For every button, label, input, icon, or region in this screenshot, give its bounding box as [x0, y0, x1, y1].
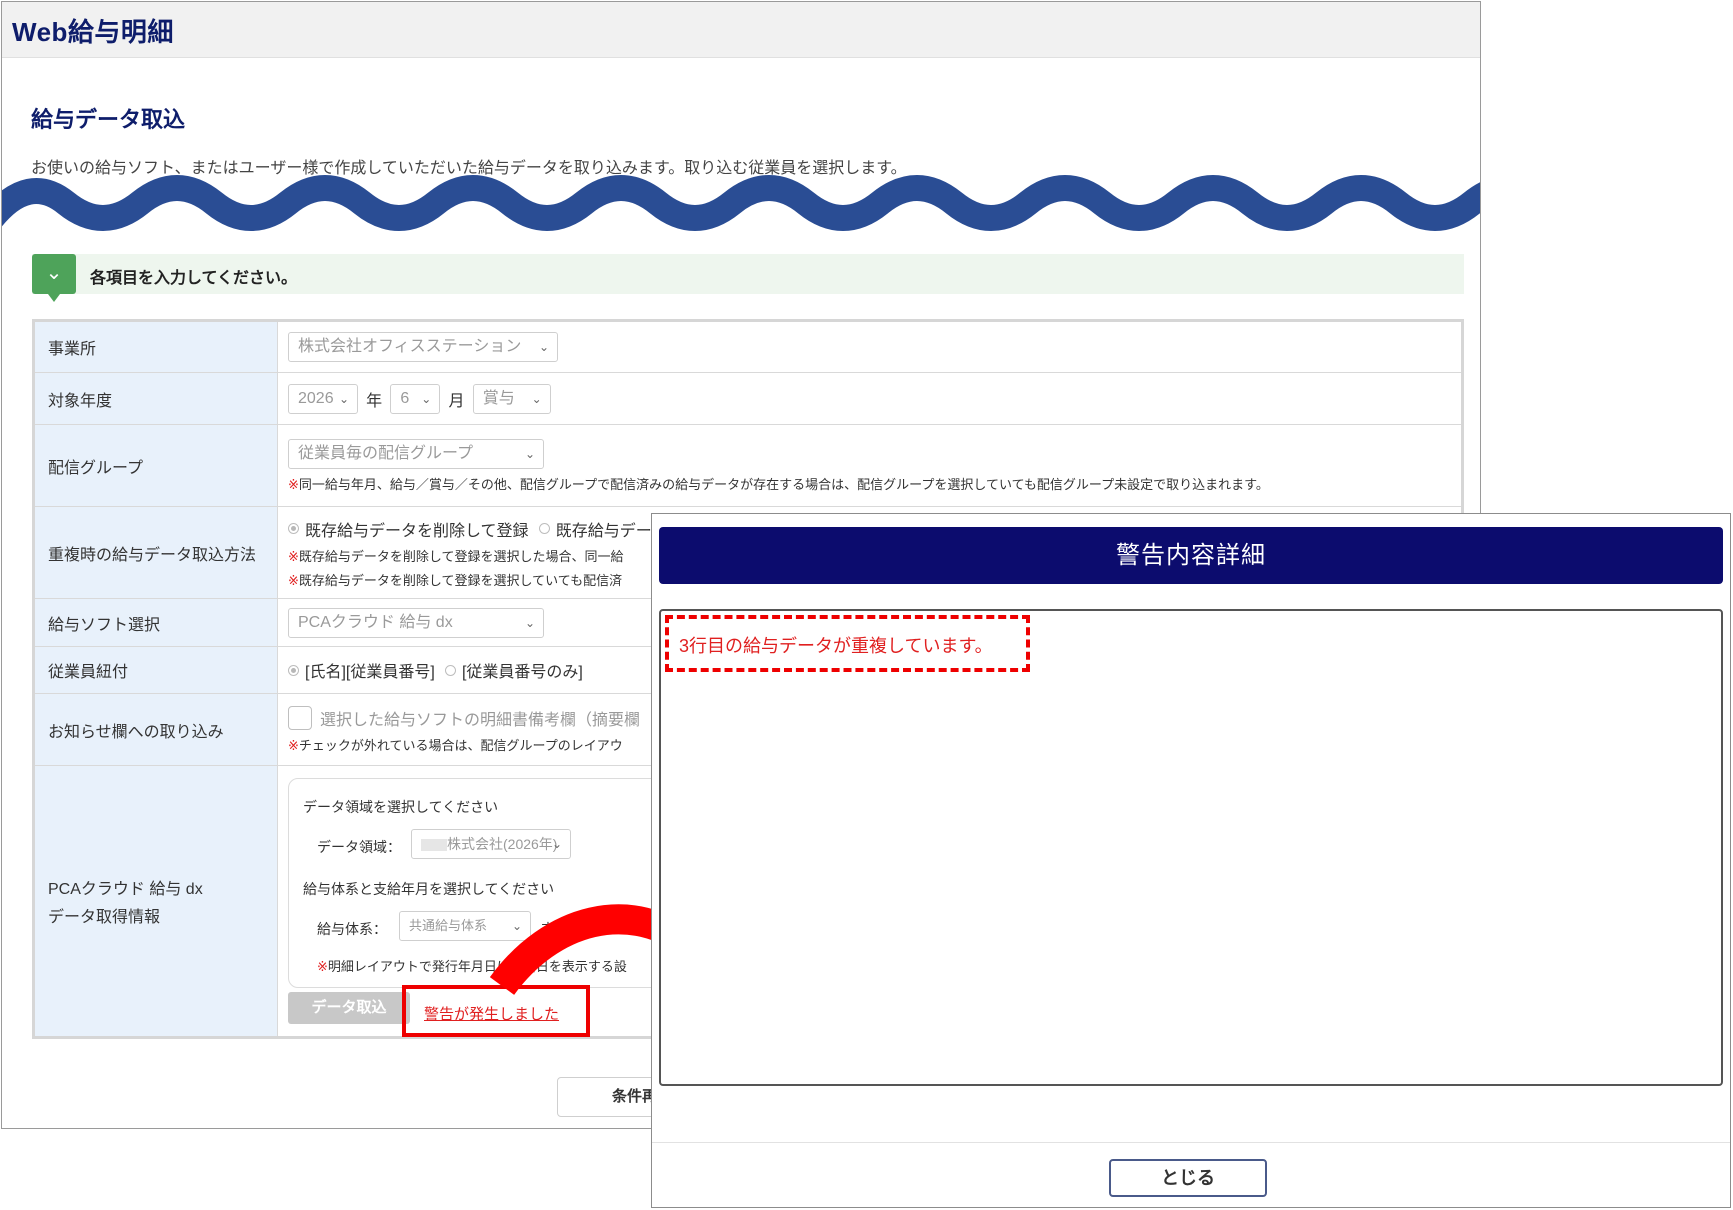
- note-mark: ※: [317, 959, 328, 974]
- area-prompt: データ領域を選択してください: [303, 799, 499, 815]
- warning-link[interactable]: 警告が発生しました: [424, 1003, 559, 1024]
- chevron-down-icon: ⌄: [531, 391, 542, 406]
- chevron-down-icon: ⌄: [338, 391, 349, 406]
- pay-type-select[interactable]: 賞与 ⌄: [472, 383, 551, 414]
- office-select[interactable]: 株式会社オフィスステーション ⌄: [288, 332, 558, 362]
- data-import-button[interactable]: データ取込: [288, 992, 410, 1024]
- close-button[interactable]: とじる: [1109, 1159, 1267, 1197]
- page-title: 給与データ取込: [31, 107, 186, 132]
- link-radio-number-only[interactable]: [444, 664, 456, 676]
- note-text: 既存給与データを削除して登録を選択した場合、同一給: [298, 548, 624, 564]
- field-label: PCAクラウド 給与 dx データ取得情報: [33, 765, 278, 1038]
- radio-label: [氏名][従業員番号]: [305, 664, 435, 681]
- app-header: Web給与明細: [2, 2, 1480, 58]
- notice-bar: ⌄ 各項目を入力してください。: [32, 254, 1464, 302]
- year-unit: 年: [366, 392, 383, 410]
- form-row-target-year: 対象年度 2026 ⌄ 年 6 ⌄ 月 賞与 ⌄: [33, 372, 1463, 425]
- software-select-value: PCAクラウド 給与 dx: [298, 613, 453, 631]
- warning-message: 3行目の給与データが重複しています。: [679, 636, 993, 656]
- area-label: データ領域：: [317, 839, 401, 855]
- year-select[interactable]: 2026 ⌄: [288, 383, 358, 414]
- checkbox-label: 選択した給与ソフトの明細書備考欄（摘要欄: [320, 711, 641, 729]
- field-label: 配信グループ: [33, 424, 278, 507]
- message-highlight-box: 3行目の給与データが重複しています。: [665, 615, 1030, 672]
- note-mark: ※: [288, 737, 299, 753]
- modal-title: 警告内容詳細: [659, 527, 1723, 584]
- pca-label-line2: データ取得情報: [48, 909, 161, 926]
- group-select-value: 従業員毎の配信グループ: [298, 444, 474, 462]
- month-unit: 月: [448, 392, 465, 410]
- field-label: 事業所: [33, 320, 278, 373]
- form-row-office: 事業所 株式会社オフィスステーション ⌄: [33, 320, 1463, 373]
- pca-label-line1: PCAクラウド 給与 dx: [48, 881, 203, 898]
- data-area-select[interactable]: 株式会社(2026年) ⌄: [411, 829, 571, 859]
- note-mark: ※: [288, 476, 299, 492]
- system-label: 給与体系：: [317, 921, 387, 937]
- chevron-down-icon: ⌄: [524, 446, 535, 461]
- notice-import-checkbox[interactable]: [288, 705, 312, 730]
- note-text: 既存給与データを削除して登録を選択していても配信済: [298, 572, 623, 588]
- group-select[interactable]: 従業員毎の配信グループ ⌄: [288, 438, 544, 469]
- field-label: 従業員紐付: [33, 646, 278, 694]
- field-label: 給与ソフト選択: [33, 598, 278, 647]
- modal-message-area: 3行目の給与データが重複しています。: [659, 609, 1723, 1086]
- month-select[interactable]: 6 ⌄: [390, 383, 441, 414]
- warning-detail-modal: 警告内容詳細 3行目の給与データが重複しています。 とじる: [651, 513, 1731, 1208]
- notice-text: 各項目を入力してください。: [90, 270, 298, 287]
- field-label: 重複時の給与データ取込方法: [33, 506, 278, 599]
- duplicate-radio-delete[interactable]: [288, 523, 299, 534]
- form-row-group: 配信グループ 従業員毎の配信グループ ⌄ ※同一給与年月、給与／賞与／その他、配…: [33, 424, 1463, 507]
- chevron-down-icon: ⌄: [524, 615, 535, 630]
- group-note: ※同一給与年月、給与／賞与／その他、配信グループで配信済みの給与データが存在する…: [288, 474, 1461, 493]
- radio-label: 既存給与デー: [555, 522, 652, 540]
- data-area-select-value: 株式会社(2026年): [447, 836, 558, 852]
- redacted-text: [421, 839, 447, 852]
- field-label: 対象年度: [33, 372, 278, 425]
- note-text: 同一給与年月、給与／賞与／その他、配信グループで配信済みの給与データが存在する場…: [298, 476, 1269, 492]
- note-mark: ※: [288, 572, 299, 588]
- field-label: お知らせ欄への取り込み: [33, 693, 278, 766]
- chevron-down-icon: ⌄: [551, 837, 562, 851]
- pay-system-select-value: 共通給与体系: [409, 918, 488, 933]
- radio-label: 既存給与データを削除して登録: [305, 522, 529, 540]
- office-select-value: 株式会社オフィスステーション: [298, 338, 522, 355]
- link-radio-name-number[interactable]: [288, 664, 299, 676]
- chevron-down-icon: ⌄: [32, 254, 76, 302]
- app-title: Web給与明細: [12, 17, 174, 47]
- pay-type-select-value: 賞与: [482, 389, 515, 407]
- modal-footer-divider: [652, 1142, 1730, 1143]
- year-select-value: 2026: [298, 389, 334, 407]
- note-text: チェックが外れている場合は、配信グループのレイアウ: [298, 737, 623, 753]
- chevron-down-icon: ⌄: [421, 391, 432, 406]
- software-select[interactable]: PCAクラウド 給与 dx ⌄: [288, 607, 544, 638]
- month-select-value: 6: [400, 389, 410, 407]
- wave-divider: [2, 175, 1480, 231]
- note-mark: ※: [288, 548, 299, 564]
- radio-label: [従業員番号のみ]: [461, 664, 583, 681]
- chevron-down-icon: ⌄: [538, 340, 549, 354]
- duplicate-radio-keep[interactable]: [538, 523, 550, 534]
